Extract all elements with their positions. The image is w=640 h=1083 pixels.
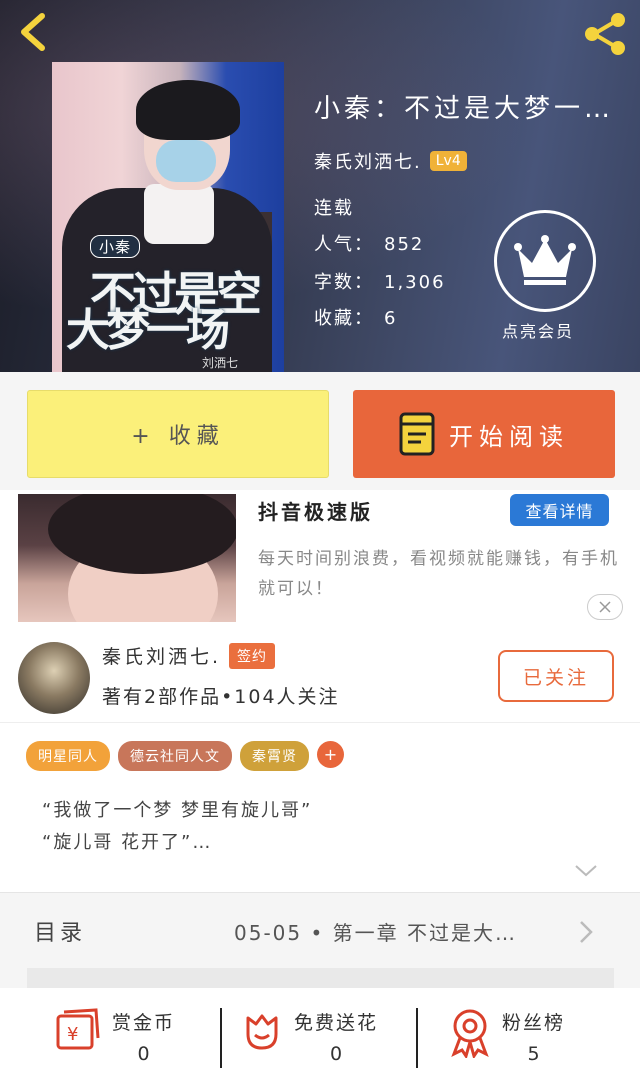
collect-button[interactable]: + 收藏 — [27, 390, 329, 478]
intro-line: “旋儿哥 花开了”… — [42, 832, 213, 853]
ad-description: 每天时间别浪费，看视频就能赚钱，有手机就可以！ — [258, 549, 619, 599]
back-button[interactable] — [14, 12, 54, 52]
popularity-label: 人气： — [314, 234, 374, 255]
author-name[interactable]: 秦氏刘洒七. — [314, 148, 422, 174]
separator — [416, 1008, 418, 1068]
cover-tag: 小秦 — [90, 235, 141, 258]
tag-item[interactable]: 秦霄贤 — [240, 741, 309, 771]
close-icon — [599, 601, 611, 613]
share-button[interactable] — [582, 12, 628, 56]
ad-banner[interactable]: 抖音极速版 查看详情 每天时间别浪费，看视频就能赚钱，有手机就可以！ — [0, 490, 640, 630]
tag-item[interactable]: 明星同人 — [26, 741, 110, 771]
book-title: 小秦：不过是大梦一… — [314, 94, 615, 124]
author-row-name: 秦氏刘洒七. — [102, 646, 222, 668]
expand-intro-button[interactable] — [574, 863, 598, 882]
latest-chapter[interactable]: 05-05 • 第一章 不过是大… — [234, 917, 517, 946]
reward-coins-count: 0 — [137, 1043, 150, 1065]
fans-ranking-button[interactable]: 粉丝榜 5 — [448, 1008, 565, 1065]
vip-button[interactable] — [494, 210, 596, 312]
start-reading-label: 开始阅读 — [449, 422, 569, 451]
ad-title: 抖音极速版 — [258, 500, 373, 524]
svg-text:¥: ¥ — [67, 1024, 78, 1045]
section-divider — [27, 968, 614, 988]
popularity: 人气： 852 — [314, 230, 424, 256]
book-header: 小秦 不过是空 大梦一场 刘洒七 小秦：不过是大梦一… 秦氏刘洒七. Lv4 连… — [0, 0, 640, 372]
author-row[interactable]: 秦氏刘洒七. 签约 著有2部作品•104人关注 已关注 — [0, 630, 640, 722]
chevron-left-icon — [21, 13, 45, 51]
ad-close-button[interactable] — [587, 594, 623, 620]
words-label: 字数： — [314, 272, 374, 293]
popularity-value: 852 — [384, 234, 425, 255]
catalog-label: 目录 — [34, 921, 87, 946]
author-avatar[interactable] — [18, 642, 90, 714]
favorites-label: 收藏： — [314, 308, 374, 329]
intro-line: “我做了一个梦 梦里有旋儿哥” — [42, 800, 313, 821]
serial-status: 连载 — [314, 198, 354, 219]
signed-badge: 签约 — [229, 642, 276, 669]
vip-label: 点亮会员 — [502, 322, 575, 341]
fans-ranking-label: 粉丝榜 — [502, 1012, 566, 1034]
chevron-right-icon — [580, 921, 593, 943]
start-reading-button[interactable]: 开始阅读 — [353, 390, 615, 478]
words-value: 1,306 — [384, 272, 446, 293]
separator — [220, 1008, 222, 1068]
author-row-name-line: 秦氏刘洒七. 签约 — [102, 642, 276, 669]
action-bar: + 收藏 开始阅读 — [0, 372, 640, 490]
flower-icon — [246, 1014, 278, 1050]
book-intro: 明星同人 德云社同人文 秦霄贤 + “我做了一个梦 梦里有旋儿哥” “旋儿哥 花… — [0, 722, 640, 892]
favorites-value: 6 — [384, 308, 398, 329]
share-icon — [585, 13, 625, 55]
catalog-row[interactable]: 目录 05-05 • 第一章 不过是大… — [0, 892, 640, 968]
intro-text: “我做了一个梦 梦里有旋儿哥” “旋儿哥 花开了”… — [42, 795, 312, 859]
author-line[interactable]: 秦氏刘洒七. Lv4 — [314, 148, 467, 174]
favorite-count: 收藏： 6 — [314, 304, 397, 330]
send-flower-label: 免费送花 — [294, 1012, 379, 1034]
ad-image[interactable] — [18, 494, 236, 622]
bottom-bar: ¥ 赏金币 0 免费送花 0 粉丝榜 5 — [0, 988, 640, 1083]
word-count: 字数： 1,306 — [314, 268, 446, 294]
level-badge: Lv4 — [429, 151, 467, 171]
cover-title-line2: 大梦一场 — [66, 305, 230, 356]
tag-list: 明星同人 德云社同人文 秦霄贤 + — [26, 741, 344, 771]
follow-button[interactable]: 已关注 — [498, 650, 614, 702]
ad-detail-button[interactable]: 查看详情 — [510, 494, 609, 526]
add-tag-button[interactable]: + — [317, 741, 344, 768]
medal-icon — [451, 1009, 489, 1058]
send-flower-count: 0 — [329, 1043, 343, 1065]
fans-ranking-count: 5 — [527, 1043, 540, 1065]
cover-signature: 刘洒七 — [202, 356, 239, 370]
send-flower-button[interactable]: 免费送花 0 — [240, 1008, 378, 1065]
book-icon — [399, 412, 435, 456]
catalog-arrow[interactable] — [578, 919, 594, 949]
tag-item[interactable]: 德云社同人文 — [118, 741, 232, 771]
face-mask — [156, 140, 216, 182]
chevron-down-icon — [575, 865, 597, 877]
red-envelope-icon: ¥ — [56, 1008, 100, 1050]
reward-coins-label: 赏金币 — [112, 1012, 176, 1034]
book-cover[interactable]: 小秦 不过是空 大梦一场 刘洒七 — [52, 62, 284, 372]
crown-icon — [514, 235, 576, 285]
author-stats: 著有2部作品•104人关注 — [102, 686, 340, 708]
reward-coins-button[interactable]: ¥ 赏金币 0 — [54, 1008, 175, 1065]
